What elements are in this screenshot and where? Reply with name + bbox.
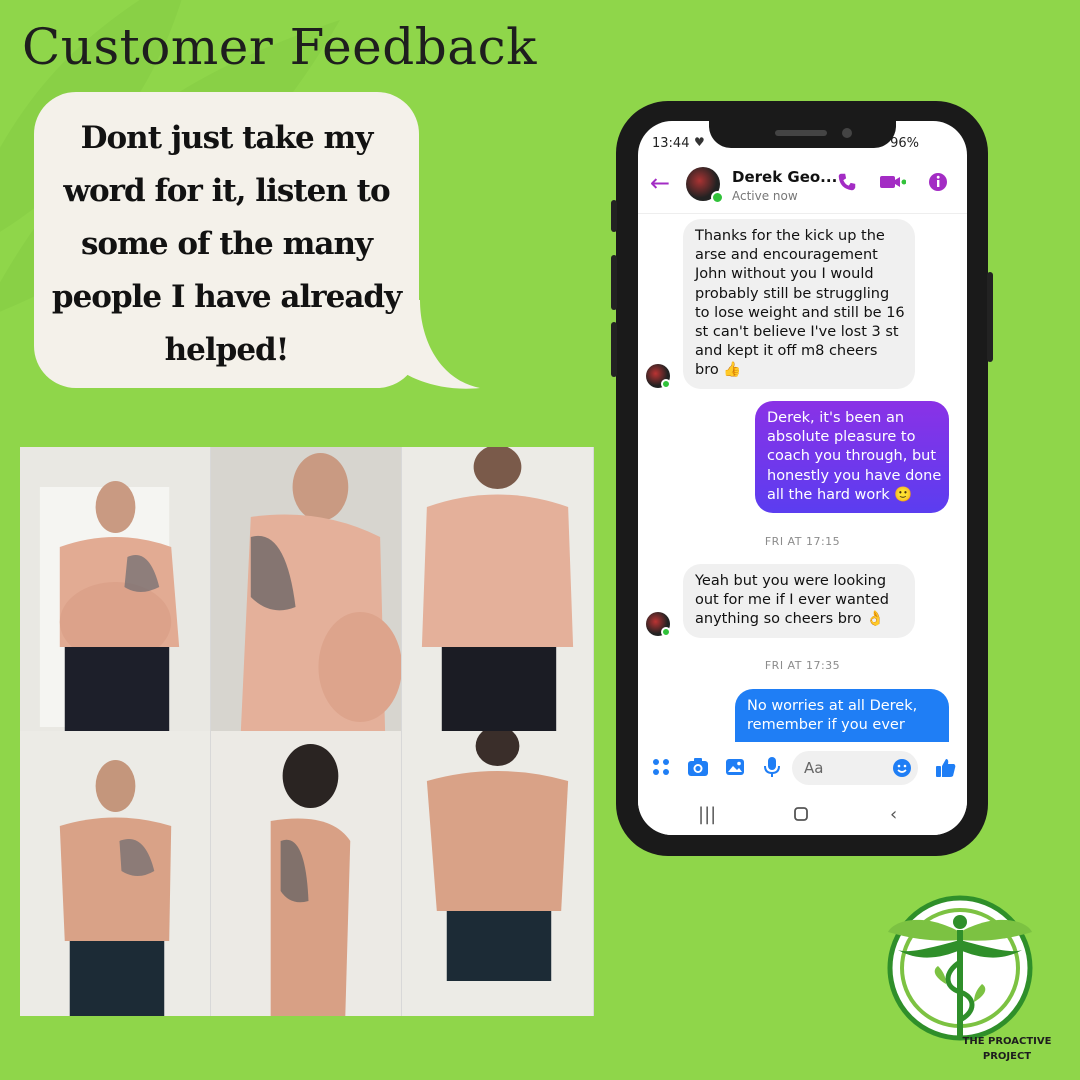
heart-icon: ♥ xyxy=(694,135,705,149)
gallery-icon[interactable] xyxy=(724,756,746,778)
photo-before-front xyxy=(20,447,211,731)
phone-volume-button xyxy=(611,255,617,310)
message-input[interactable]: Aa xyxy=(792,751,918,785)
message-line: all the hard work 🙂 xyxy=(767,486,913,503)
emoji-icon[interactable] xyxy=(892,758,912,778)
message-composer: Aa xyxy=(638,742,967,794)
online-indicator xyxy=(661,379,671,389)
message-line: John without you I would xyxy=(695,266,874,283)
quote-line: Dont just take my xyxy=(80,120,374,156)
menu-dots-icon[interactable] xyxy=(650,756,672,778)
message-line: bro 👍 xyxy=(695,362,742,379)
phone-front-camera xyxy=(842,128,852,138)
message-line: anything so cheers bro 👌 xyxy=(695,611,885,628)
message-input-placeholder: Aa xyxy=(804,759,824,777)
message-line: coach you through, but xyxy=(767,448,937,465)
contact-status: Active now xyxy=(732,189,798,203)
page-title: Customer Feedback xyxy=(22,18,537,76)
photo-after-back xyxy=(402,731,594,1016)
phone-volume-button xyxy=(611,322,617,377)
battery-level: 96% xyxy=(890,136,919,151)
phone-call-icon[interactable] xyxy=(836,171,858,193)
message-line: No worries at all Derek, xyxy=(747,698,918,714)
status-time: 13:44 xyxy=(652,136,690,151)
photo-after-front xyxy=(20,731,211,1016)
outgoing-message[interactable]: Derek, it's been an absolute pleasure to… xyxy=(755,401,949,514)
incoming-message[interactable]: Thanks for the kick up the arse and enco… xyxy=(683,219,915,389)
online-indicator xyxy=(661,627,671,637)
message-line: st can't believe I've lost 3 st xyxy=(695,324,899,341)
message-line: honestly you have done xyxy=(767,467,942,484)
quote-line: word for it, listen to xyxy=(63,173,390,209)
message-line: arse and encouragement xyxy=(695,247,878,264)
chat-header: ← Derek Geo... Active now xyxy=(638,161,967,214)
incoming-message[interactable]: Yeah but you were looking out for me if … xyxy=(683,564,915,638)
messenger-screen: 13:44 ♥ 96% ← Derek Geo... Active now Th… xyxy=(638,121,967,835)
phone-power-button xyxy=(987,272,993,362)
proactive-project-logo xyxy=(887,895,1033,1041)
back-arrow-icon[interactable]: ← xyxy=(650,169,670,197)
message-line: Thanks for the kick up the xyxy=(695,228,885,244)
logo-line: PROJECT xyxy=(982,1051,1032,1062)
android-nav-bar: ||| ‹ xyxy=(638,794,967,835)
photo-after-side xyxy=(211,731,402,1016)
logo-wordmark: THE PROACTIVE PROJECT xyxy=(948,1034,1066,1064)
quote-text: Dont just take my word for it, listen to… xyxy=(34,112,419,377)
message-line: out for me if I ever wanted xyxy=(695,592,889,609)
home-icon[interactable] xyxy=(793,806,809,822)
recent-apps-icon[interactable]: ||| xyxy=(698,804,716,825)
message-timestamp: FRI AT 17:35 xyxy=(764,659,841,672)
message-line: Derek, it's been an xyxy=(767,410,905,426)
photo-before-side xyxy=(211,447,402,731)
phone-speaker xyxy=(775,130,827,136)
photo-before-back xyxy=(402,447,594,731)
camera-icon[interactable] xyxy=(686,756,710,778)
logo-line: THE PROACTIVE xyxy=(962,1036,1052,1047)
info-icon[interactable] xyxy=(927,171,949,193)
thumbs-up-icon[interactable] xyxy=(934,756,958,780)
message-line: remember if you ever xyxy=(747,717,905,734)
message-line: and kept it off m8 cheers xyxy=(695,343,878,360)
microphone-icon[interactable] xyxy=(762,756,782,778)
quote-line: people I have already xyxy=(51,279,402,315)
before-after-photos xyxy=(20,447,594,1016)
phone-volume-button xyxy=(611,200,617,232)
message-line: absolute pleasure to xyxy=(767,429,916,446)
contact-name[interactable]: Derek Geo... xyxy=(732,168,837,186)
phone-notch xyxy=(709,101,896,148)
message-timestamp: FRI AT 17:15 xyxy=(764,535,841,548)
message-line: probably still be struggling xyxy=(695,285,890,302)
video-call-icon[interactable] xyxy=(878,171,906,193)
message-line: Yeah but you were looking xyxy=(695,573,887,589)
message-line: to lose weight and still be 16 xyxy=(695,304,905,321)
online-indicator xyxy=(711,191,724,204)
back-icon[interactable]: ‹ xyxy=(890,804,897,825)
quote-line: some of the many xyxy=(80,226,373,262)
quote-line: helped! xyxy=(164,332,290,368)
